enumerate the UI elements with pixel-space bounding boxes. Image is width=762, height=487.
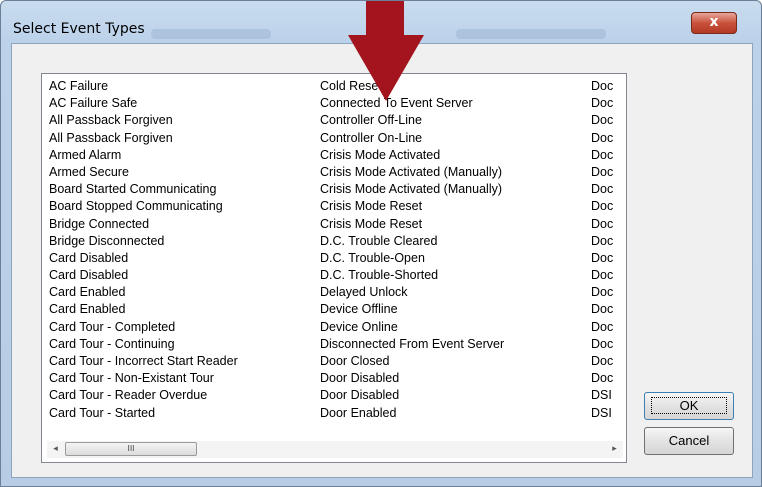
list-item[interactable]: D.C. Trouble Cleared bbox=[316, 233, 504, 250]
list-item[interactable]: Doc bbox=[587, 78, 613, 95]
list-item[interactable]: Card Disabled bbox=[45, 267, 238, 284]
list-item[interactable]: DSI bbox=[587, 405, 613, 422]
list-item[interactable]: Card Enabled bbox=[45, 284, 238, 301]
horizontal-scrollbar[interactable]: ◂ III ▸ bbox=[47, 441, 623, 458]
list-item[interactable]: Card Tour - Completed bbox=[45, 319, 238, 336]
cancel-button[interactable]: Cancel bbox=[644, 427, 734, 455]
list-item[interactable]: Doc bbox=[587, 370, 613, 387]
list-item[interactable]: Controller Off-Line bbox=[316, 112, 504, 129]
list-item[interactable]: Crisis Mode Reset bbox=[316, 198, 504, 215]
scrollbar-thumb[interactable]: III bbox=[65, 442, 197, 456]
list-item[interactable]: Controller On-Line bbox=[316, 130, 504, 147]
list-item[interactable]: Doc bbox=[587, 216, 613, 233]
list-item[interactable]: Door Closed bbox=[316, 353, 504, 370]
list-item[interactable]: Doc bbox=[587, 250, 613, 267]
list-item[interactable]: Device Offline bbox=[316, 301, 504, 318]
list-item[interactable]: DSI bbox=[587, 387, 613, 404]
list-item[interactable]: Door Disabled bbox=[316, 387, 504, 404]
list-item[interactable]: Crisis Mode Activated (Manually) bbox=[316, 164, 504, 181]
list-item[interactable]: Crisis Mode Reset bbox=[316, 216, 504, 233]
ok-button[interactable]: OK bbox=[644, 392, 734, 420]
list-item[interactable]: Card Tour - Incorrect Start Reader bbox=[45, 353, 238, 370]
list-item[interactable]: Doc bbox=[587, 284, 613, 301]
list-item[interactable]: D.C. Trouble-Open bbox=[316, 250, 504, 267]
list-item[interactable]: Doc bbox=[587, 95, 613, 112]
list-item[interactable]: Doc bbox=[587, 130, 613, 147]
list-item[interactable]: Crisis Mode Activated bbox=[316, 147, 504, 164]
ok-button-label: OK bbox=[650, 397, 728, 414]
list-item[interactable]: Card Tour - Started bbox=[45, 405, 238, 422]
list-item[interactable]: Armed Alarm bbox=[45, 147, 238, 164]
list-item[interactable]: Device Online bbox=[316, 319, 504, 336]
list-item[interactable]: Card Disabled bbox=[45, 250, 238, 267]
list-item[interactable]: Bridge Disconnected bbox=[45, 233, 238, 250]
list-item[interactable]: Crisis Mode Activated (Manually) bbox=[316, 181, 504, 198]
list-item[interactable]: Board Stopped Communicating bbox=[45, 198, 238, 215]
list-item[interactable]: Doc bbox=[587, 267, 613, 284]
title-bar-blur bbox=[151, 29, 271, 39]
list-item[interactable]: Doc bbox=[587, 181, 613, 198]
list-item[interactable]: D.C. Trouble-Shorted bbox=[316, 267, 504, 284]
list-item[interactable]: Card Tour - Reader Overdue bbox=[45, 387, 238, 404]
scroll-right-icon[interactable]: ▸ bbox=[606, 441, 623, 458]
list-column-1: AC Failure AC Failure Safe All Passback Fo… bbox=[45, 78, 238, 422]
event-types-listbox[interactable]: AC Failure AC Failure Safe All Passback Fo… bbox=[41, 73, 627, 463]
list-item[interactable]: Door Disabled bbox=[316, 370, 504, 387]
list-item[interactable]: Doc bbox=[587, 233, 613, 250]
list-item[interactable]: All Passback Forgiven bbox=[45, 130, 238, 147]
list-item[interactable]: Doc bbox=[587, 353, 613, 370]
list-item[interactable]: Board Started Communicating bbox=[45, 181, 238, 198]
list-item[interactable]: Doc bbox=[587, 198, 613, 215]
list-item[interactable]: Armed Secure bbox=[45, 164, 238, 181]
list-item[interactable]: AC Failure bbox=[45, 78, 238, 95]
list-item[interactable]: Bridge Connected bbox=[45, 216, 238, 233]
list-item[interactable]: Card Tour - Continuing bbox=[45, 336, 238, 353]
dialog-title: Select Event Types bbox=[13, 21, 145, 37]
list-item[interactable]: Card Enabled bbox=[45, 301, 238, 318]
list-item[interactable]: Doc bbox=[587, 319, 613, 336]
list-item[interactable]: Door Enabled bbox=[316, 405, 504, 422]
list-item[interactable]: Card Tour - Non-Existant Tour bbox=[45, 370, 238, 387]
list-item[interactable]: Disconnected From Event Server bbox=[316, 336, 504, 353]
list-item[interactable]: Doc bbox=[587, 112, 613, 129]
dialog-window: Select Event Types x AC Failure AC Failur… bbox=[0, 0, 762, 487]
list-item[interactable]: Doc bbox=[587, 147, 613, 164]
list-item[interactable]: All Passback Forgiven bbox=[45, 112, 238, 129]
list-column-3: Doc Doc Doc Doc Doc Doc Doc Doc Doc Doc Doc Doc Doc D… bbox=[587, 78, 613, 422]
close-button[interactable]: x bbox=[691, 12, 737, 34]
annotation-arrow-icon bbox=[348, 1, 424, 101]
list-item[interactable]: AC Failure Safe bbox=[45, 95, 238, 112]
scroll-left-icon[interactable]: ◂ bbox=[47, 441, 64, 458]
title-bar-blur bbox=[456, 29, 606, 39]
close-icon: x bbox=[709, 14, 719, 30]
list-column-2: Cold Reset Connected To Event Server Contr… bbox=[316, 78, 504, 422]
list-item[interactable]: Doc bbox=[587, 164, 613, 181]
list-item[interactable]: Doc bbox=[587, 336, 613, 353]
list-item[interactable]: Delayed Unlock bbox=[316, 284, 504, 301]
list-item[interactable]: Doc bbox=[587, 301, 613, 318]
